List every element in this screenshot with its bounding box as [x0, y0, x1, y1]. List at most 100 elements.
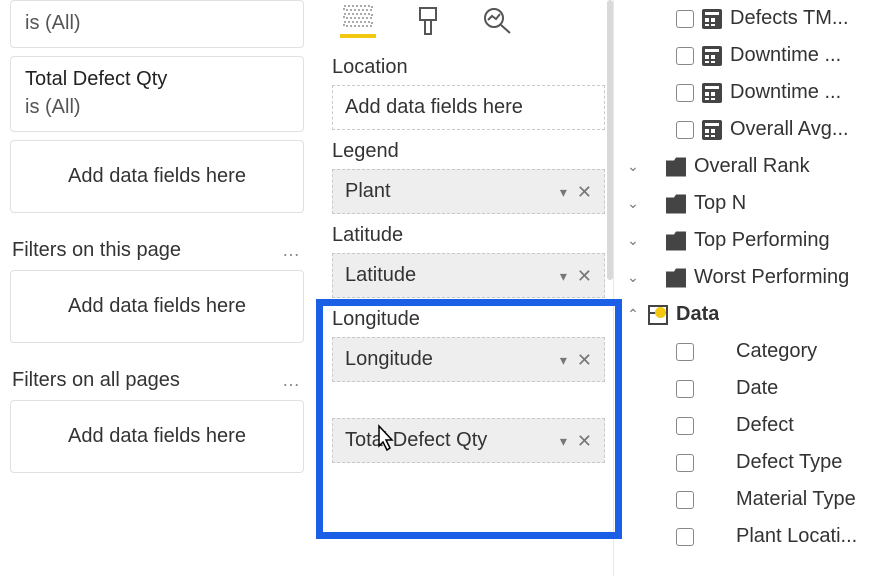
filters-all-header[interactable]: Filters on all pages … [10, 363, 304, 400]
field-column[interactable]: Defect Type [618, 444, 884, 481]
well-location[interactable]: Add data fields here [332, 85, 605, 130]
folder-icon [666, 268, 686, 288]
field-label: Material Type [736, 488, 856, 511]
chevron-down-icon[interactable]: ▾ [560, 185, 567, 199]
well-size-chip[interactable]: Total Defect Qty ▾ ✕ [332, 418, 605, 463]
well-latitude-chip[interactable]: Latitude ▾ ✕ [332, 253, 605, 298]
field-measure[interactable]: Overall Avg... [618, 111, 884, 148]
chevron-down-icon[interactable]: ▾ [560, 269, 567, 283]
dropzone-label: Add data fields here [68, 165, 246, 187]
field-label: Defect [736, 414, 794, 437]
viz-tabs [332, 0, 605, 46]
measure-icon [702, 46, 722, 66]
checkbox[interactable] [676, 491, 694, 509]
filter-card[interactable]: Total Defect Qty is (All) [10, 56, 304, 132]
field-column[interactable]: Plant Locati... [618, 518, 884, 555]
checkbox[interactable] [676, 121, 694, 139]
field-label: Worst Performing [694, 266, 849, 289]
chevron-down-icon[interactable]: ▾ [560, 434, 567, 448]
filter-card-title: Total Defect Qty [25, 65, 289, 93]
field-column[interactable]: Category [618, 333, 884, 370]
chevron-down-icon[interactable]: ⌄ [626, 195, 640, 212]
folder-icon [666, 231, 686, 251]
chip-label: Plant [345, 180, 391, 203]
checkbox[interactable] [676, 417, 694, 435]
measure-icon [702, 120, 722, 140]
folder-icon [666, 157, 686, 177]
remove-icon[interactable]: ✕ [577, 183, 592, 201]
field-column[interactable]: Material Type [618, 481, 884, 518]
field-label: Top Performing [694, 229, 830, 252]
well-label-longitude: Longitude [332, 308, 605, 331]
chip-label: Latitude [345, 264, 416, 287]
filter-card-scope: is (All) [25, 93, 289, 121]
filter-dropzone-page[interactable]: Add data fields here [10, 270, 304, 343]
field-folder[interactable]: ⌄ Top Performing [618, 222, 884, 259]
filters-pane: is (All) Total Defect Qty is (All) Add d… [0, 0, 312, 576]
remove-icon[interactable]: ✕ [577, 432, 592, 450]
scrollbar[interactable] [607, 0, 613, 280]
visualizations-pane: Location Add data fields here Legend Pla… [312, 0, 614, 576]
tab-fields[interactable] [340, 4, 376, 38]
field-label: Defect Type [736, 451, 842, 474]
remove-icon[interactable]: ✕ [577, 267, 592, 285]
chevron-up-icon[interactable]: ⌃ [626, 306, 640, 323]
well-label-legend: Legend [332, 140, 605, 163]
field-folder[interactable]: ⌄ Overall Rank [618, 148, 884, 185]
well-legend-chip[interactable]: Plant ▾ ✕ [332, 169, 605, 214]
filter-dropzone-visual[interactable]: Add data fields here [10, 140, 304, 213]
filters-page-header[interactable]: Filters on this page … [10, 233, 304, 270]
field-label: Plant Locati... [736, 525, 857, 548]
field-label: Overall Avg... [730, 118, 849, 141]
field-column[interactable]: Defect [618, 407, 884, 444]
field-measure[interactable]: Downtime ... [618, 74, 884, 111]
field-label: Category [736, 340, 817, 363]
field-folder[interactable]: ⌄ Worst Performing [618, 259, 884, 296]
fields-pane: Defects TM... Downtime ... Downtime ... … [614, 0, 884, 576]
field-column[interactable]: Date [618, 370, 884, 407]
chevron-down-icon[interactable]: ⌄ [626, 158, 640, 175]
checkbox[interactable] [676, 10, 694, 28]
filter-dropzone-all[interactable]: Add data fields here [10, 400, 304, 473]
filter-card[interactable]: is (All) [10, 0, 304, 48]
chevron-down-icon[interactable]: ⌄ [626, 269, 640, 286]
fields-table[interactable]: ⌃ Data [618, 296, 884, 333]
field-label: Defects TM... [730, 7, 849, 30]
more-icon[interactable]: … [282, 370, 302, 391]
field-label: Date [736, 377, 778, 400]
well-label-latitude: Latitude [332, 224, 605, 247]
remove-icon[interactable]: ✕ [577, 351, 592, 369]
well-longitude-chip[interactable]: Longitude ▾ ✕ [332, 337, 605, 382]
more-icon[interactable]: … [282, 240, 302, 261]
chevron-down-icon[interactable]: ⌄ [626, 232, 640, 249]
dropzone-label: Add data fields here [68, 295, 246, 317]
table-label: Data [676, 303, 719, 326]
field-label: Downtime ... [730, 81, 841, 104]
section-title: Filters on all pages [12, 369, 180, 392]
filter-card-scope: is (All) [25, 9, 289, 37]
checkbox[interactable] [676, 343, 694, 361]
field-label: Overall Rank [694, 155, 810, 178]
checkbox[interactable] [676, 454, 694, 472]
field-label: Top N [694, 192, 746, 215]
dropzone-label: Add data fields here [68, 425, 246, 447]
measure-icon [702, 9, 722, 29]
chip-label: Total Defect Qty [345, 429, 487, 452]
field-measure[interactable]: Downtime ... [618, 37, 884, 74]
checkbox[interactable] [676, 47, 694, 65]
checkbox[interactable] [676, 380, 694, 398]
section-title: Filters on this page [12, 239, 181, 262]
checkbox[interactable] [676, 528, 694, 546]
chevron-down-icon[interactable]: ▾ [560, 353, 567, 367]
checkbox[interactable] [676, 84, 694, 102]
well-label-location: Location [332, 56, 605, 79]
field-label: Downtime ... [730, 44, 841, 67]
field-folder[interactable]: ⌄ Top N [618, 185, 884, 222]
field-measure[interactable]: Defects TM... [618, 0, 884, 37]
tab-analytics[interactable] [480, 4, 516, 38]
well-placeholder: Add data fields here [345, 96, 523, 118]
measure-icon [702, 83, 722, 103]
folder-icon [666, 194, 686, 214]
tab-format[interactable] [410, 4, 446, 38]
table-icon [648, 305, 668, 325]
